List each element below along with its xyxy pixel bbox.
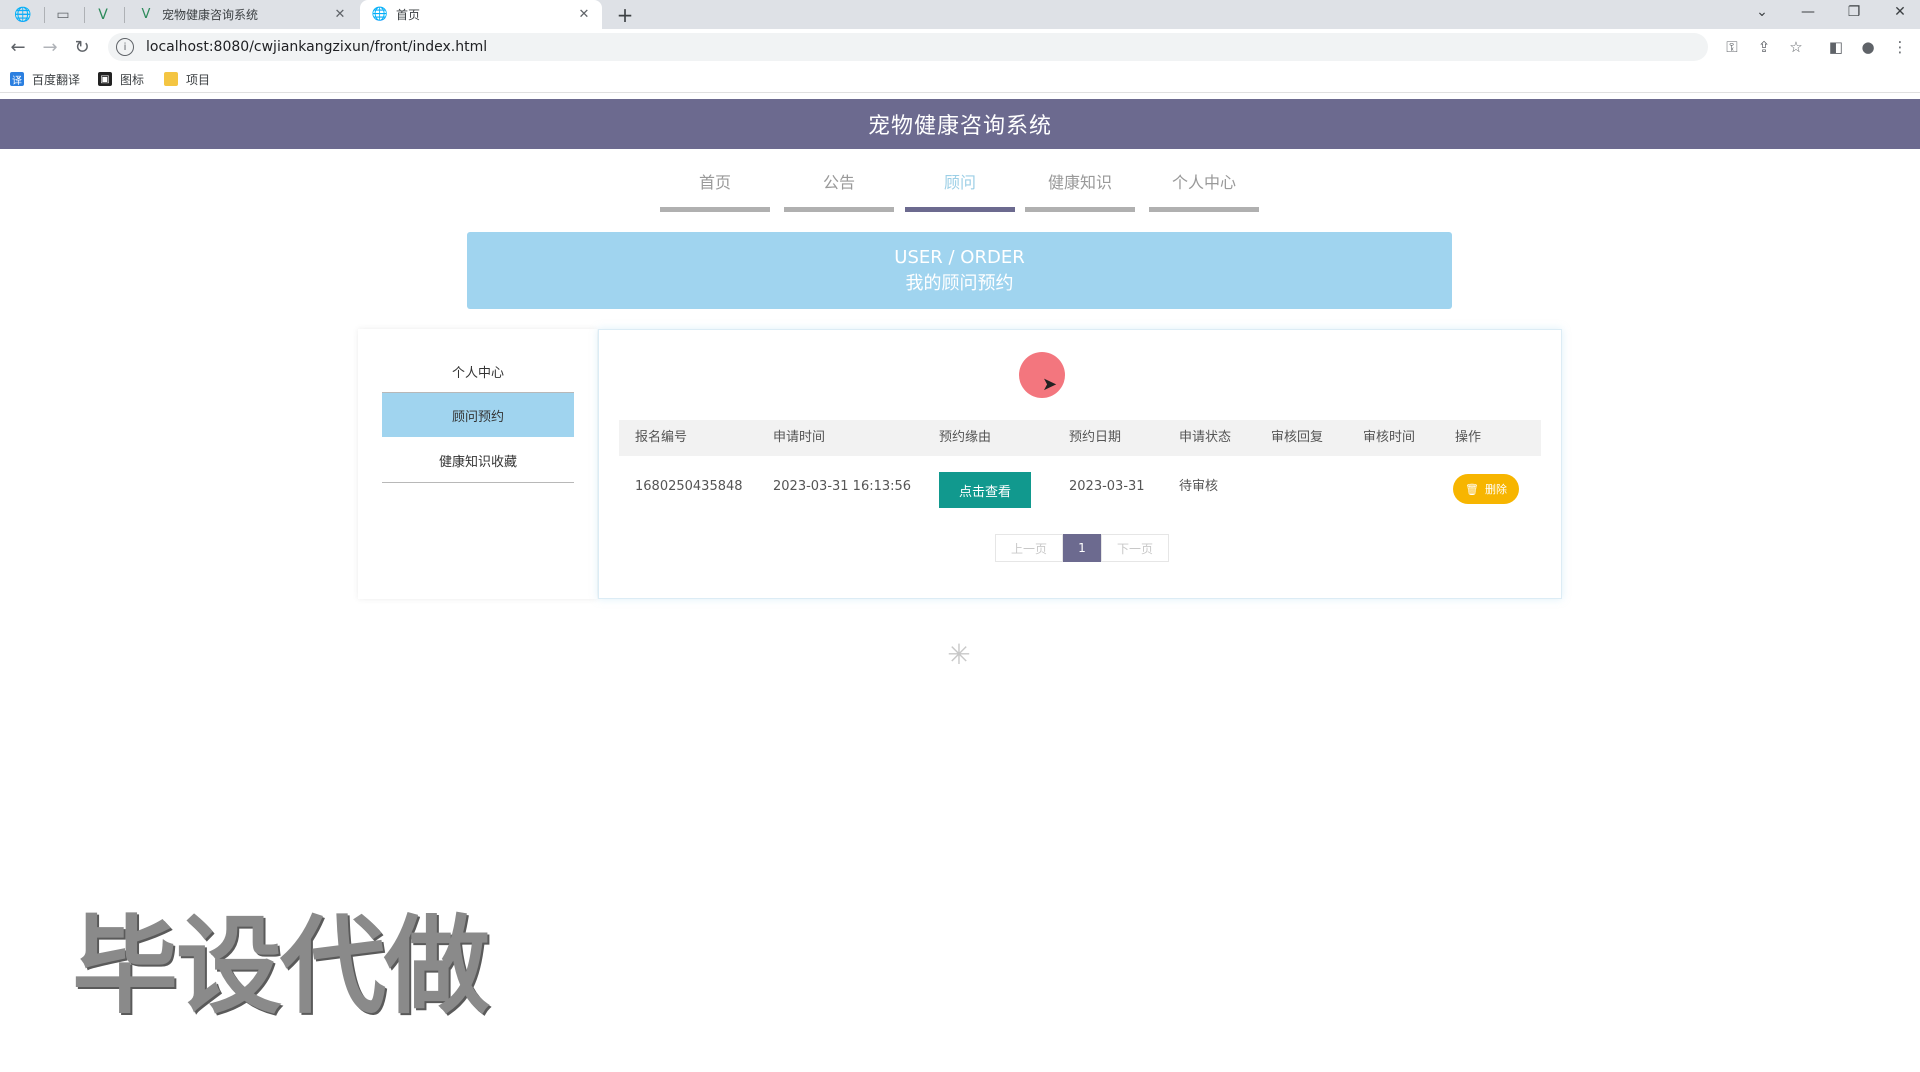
booking-panel: 报名编号 申请时间 预约缘由 预约日期 申请状态 审核回复 审核时间 操作 16…	[598, 329, 1562, 599]
col-header: 审核回复	[1271, 430, 1324, 445]
sidebar-item-consult-booking[interactable]: 顾问预约	[382, 393, 574, 437]
prev-page-button[interactable]: 上一页	[995, 534, 1063, 562]
cell-id: 1680250435848	[635, 479, 743, 494]
tab-title: 宠物健康咨询系统	[162, 8, 259, 22]
window-close-button[interactable]: ✕	[1880, 0, 1920, 24]
browser-tab-strip: 🌐 ▭ V V 宠物健康咨询系统 ✕ 🌐 首页 ✕ + ⌄ — ❐ ✕	[0, 0, 1920, 29]
nav-label: 公告	[822, 173, 855, 192]
tab-title: 首页	[396, 8, 421, 22]
info-icon[interactable]: i	[116, 38, 134, 56]
delete-button[interactable]: 🗑 删除	[1453, 474, 1519, 504]
nav-home[interactable]: 首页	[660, 172, 770, 212]
page-banner: USER / ORDER 我的顾问预约	[467, 232, 1452, 309]
col-header: 操作	[1455, 430, 1482, 445]
new-tab-button[interactable]: +	[612, 0, 638, 29]
bookmark-label: 百度翻译	[32, 72, 81, 87]
bookmark-label: 项目	[186, 72, 211, 87]
sidebar-item-knowledge-favorites[interactable]: 健康知识收藏	[382, 438, 574, 482]
banner-title-en: USER / ORDER	[894, 246, 1025, 268]
share-icon[interactable]: ⇪	[1754, 37, 1774, 57]
tab-search-icon[interactable]: ⌄	[1742, 0, 1782, 24]
profile-icon[interactable]: ●	[1858, 37, 1878, 57]
nav-underline	[1025, 207, 1135, 212]
tab-separator	[124, 7, 125, 23]
col-header: 审核时间	[1363, 430, 1416, 445]
col-header: 报名编号	[635, 430, 688, 445]
bookmark-label: 图标	[120, 72, 145, 87]
translate-icon: 译	[10, 72, 24, 87]
star-icon[interactable]: ☆	[1786, 37, 1806, 57]
nav-label: 个人中心	[1171, 173, 1236, 192]
nav-label: 首页	[698, 173, 731, 192]
nav-notice[interactable]: 公告	[784, 172, 894, 212]
menu-dots-icon[interactable]: ⋮	[1890, 37, 1910, 57]
bookmark-icons[interactable]: ▣ 图标	[98, 70, 144, 88]
close-icon[interactable]: ✕	[576, 7, 592, 22]
site-header: 宠物健康咨询系统	[0, 99, 1920, 149]
side-panel-icon[interactable]: ◧	[1826, 37, 1846, 57]
col-header: 申请状态	[1179, 430, 1232, 445]
image-icon: ▣	[98, 72, 112, 86]
bookmark-folder-project[interactable]: 项目	[164, 70, 210, 88]
nav-underline	[1149, 207, 1259, 212]
folder-icon	[164, 72, 178, 86]
browser-toolbar: ← → ↻ i localhost:8080/cwjiankangzixun/f…	[0, 29, 1920, 65]
globe-icon[interactable]: 🌐	[10, 0, 36, 29]
bookmarks-bar: 译 百度翻译 ▣ 图标 项目	[0, 65, 1920, 93]
tab-separator	[84, 7, 85, 23]
tab-separator	[44, 7, 45, 23]
nav-underline	[905, 207, 1015, 212]
nav-underline	[660, 207, 770, 212]
tab-pet-health-system[interactable]: V 宠物健康咨询系统 ✕	[126, 0, 358, 29]
restore-button[interactable]: ❐	[1834, 0, 1874, 24]
tab-home[interactable]: 🌐 首页 ✕	[360, 0, 602, 29]
trash-icon: 🗑	[1465, 482, 1479, 496]
page-number-current[interactable]: 1	[1063, 534, 1101, 562]
table-row: 1680250435848 2023-03-31 16:13:56 点击查看 2…	[619, 456, 1541, 518]
view-reason-button[interactable]: 点击查看	[939, 472, 1031, 508]
nav-consultant[interactable]: 顾问	[905, 172, 1015, 212]
vue-logo-icon[interactable]: V	[90, 0, 116, 29]
col-header: 申请时间	[773, 430, 826, 445]
address-bar[interactable]: i localhost:8080/cwjiankangzixun/front/i…	[108, 33, 1708, 61]
back-arrow-icon[interactable]: ←	[6, 35, 30, 59]
vue-logo-icon: V	[141, 7, 151, 22]
table-header: 报名编号 申请时间 预约缘由 预约日期 申请状态 审核回复 审核时间 操作	[619, 420, 1541, 456]
loading-spinner-icon: ✳	[947, 637, 971, 671]
nav-underline	[784, 207, 894, 212]
globe-icon: 🌐	[371, 7, 389, 22]
next-page-button[interactable]: 下一页	[1101, 534, 1169, 562]
banner-title-cn: 我的顾问预约	[905, 272, 1014, 294]
sidebar-item-personal-center[interactable]: 个人中心	[382, 349, 574, 393]
bookmark-baidu-translate[interactable]: 译 百度翻译	[10, 70, 80, 88]
user-sidebar: 个人中心 顾问预约 健康知识收藏	[358, 329, 597, 599]
cell-apply-time: 2023-03-31 16:13:56	[773, 479, 912, 494]
cell-date: 2023-03-31	[1069, 479, 1145, 494]
nav-label: 健康知识	[1047, 173, 1112, 192]
delete-label: 删除	[1484, 483, 1507, 496]
key-icon[interactable]: ⚿	[1722, 37, 1742, 57]
nav-label: 顾问	[943, 173, 976, 192]
cell-status: 待审核	[1179, 479, 1219, 494]
watermark-text: 毕设代做	[72, 905, 490, 1028]
sidebar-divider	[382, 482, 574, 483]
blank-page-icon[interactable]: ▭	[50, 0, 76, 29]
site-title: 宠物健康咨询系统	[867, 114, 1052, 139]
forward-arrow-icon[interactable]: →	[38, 35, 62, 59]
mouse-pointer-icon: ➤	[1042, 374, 1058, 395]
col-header: 预约缘由	[939, 430, 992, 445]
nav-personal-center[interactable]: 个人中心	[1149, 172, 1259, 212]
reload-icon[interactable]: ↻	[70, 35, 94, 59]
close-icon[interactable]: ✕	[332, 7, 348, 22]
booking-table: 报名编号 申请时间 预约缘由 预约日期 申请状态 审核回复 审核时间 操作 16…	[619, 420, 1541, 518]
col-header: 预约日期	[1069, 430, 1122, 445]
pagination: 上一页 1 下一页	[995, 534, 1169, 562]
minimize-button[interactable]: —	[1788, 0, 1828, 24]
nav-health-knowledge[interactable]: 健康知识	[1025, 172, 1135, 212]
url-text[interactable]: localhost:8080/cwjiankangzixun/front/ind…	[146, 39, 487, 55]
